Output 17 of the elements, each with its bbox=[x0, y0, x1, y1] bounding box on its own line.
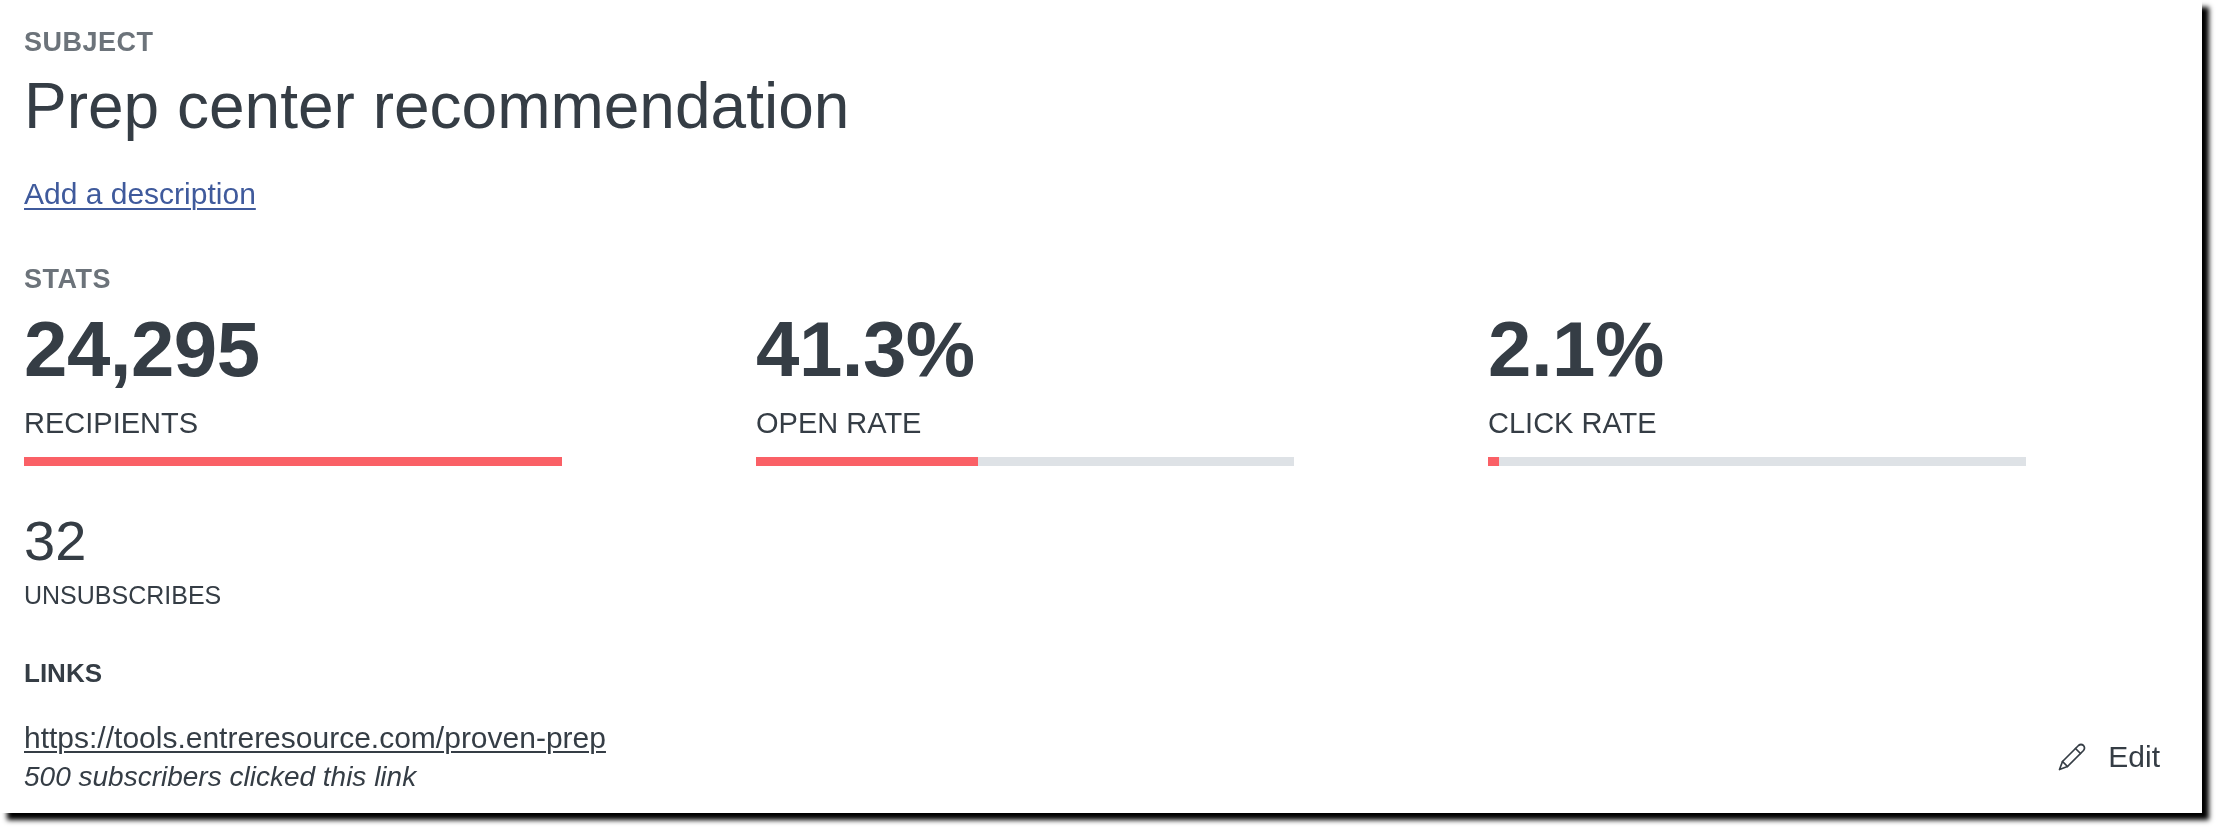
edit-button[interactable]: Edit bbox=[2058, 740, 2160, 775]
metric-label: OPEN RATE bbox=[756, 406, 922, 441]
click-count: 500 subscribers clicked this link bbox=[24, 760, 417, 794]
pencil-icon bbox=[2058, 743, 2087, 772]
metric-label: RECIPIENTS bbox=[24, 406, 199, 441]
add-description-link[interactable]: Add a description bbox=[24, 176, 256, 213]
metric-value: 24,295 bbox=[24, 303, 260, 395]
metric-value: 2.1% bbox=[1488, 303, 1664, 395]
metric-value: 41.3% bbox=[756, 303, 975, 395]
metric-label: CLICK RATE bbox=[1488, 406, 1657, 441]
section-label: LINKS bbox=[24, 658, 102, 690]
campaign-title: Prep center recommendation bbox=[24, 69, 850, 145]
unsubscribes-value: 32 bbox=[24, 507, 87, 574]
link-url[interactable]: https://tools.entreresource.com/proven-prep bbox=[24, 720, 606, 757]
unsubscribes-label: UNSUBSCRIBES bbox=[24, 580, 222, 611]
section-label: STATS bbox=[24, 263, 111, 296]
section-label: SUBJECT bbox=[24, 26, 154, 59]
